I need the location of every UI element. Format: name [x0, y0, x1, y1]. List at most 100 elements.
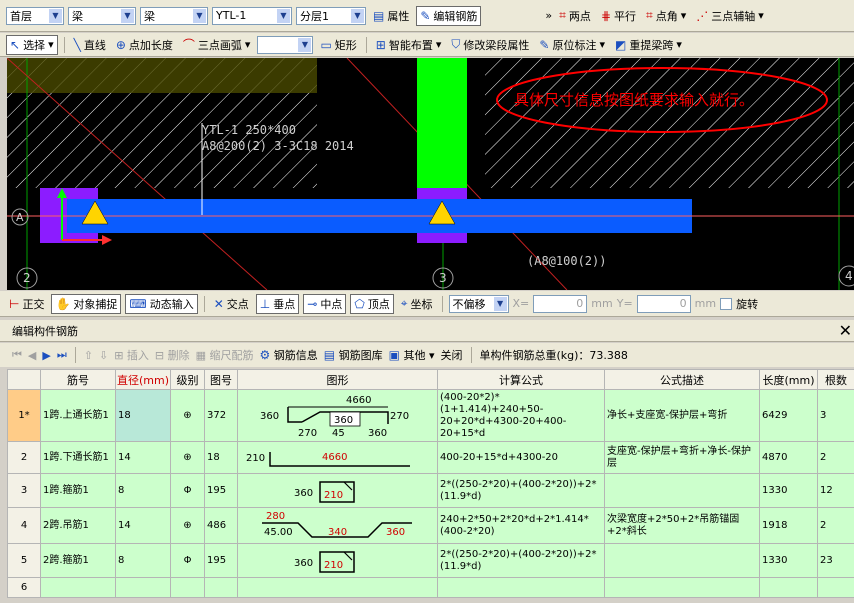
rebar-shape[interactable]: 360 210: [237, 473, 438, 508]
edit-rebar-button[interactable]: ✎ 编辑钢筋: [416, 5, 482, 26]
insert-button[interactable]: ⊞ 插入: [114, 347, 149, 363]
rebar-count[interactable]: 2: [817, 441, 854, 474]
col-header-description[interactable]: 公式描述: [604, 369, 760, 390]
intersection-button[interactable]: ✕ 交点: [211, 294, 252, 314]
rebar-formula[interactable]: (400-20*2)*(1+1.414)+240+50-20+20*d+4300…: [437, 389, 605, 442]
floor-select[interactable]: 首层 ▼: [6, 6, 64, 25]
close-icon[interactable]: ✕: [839, 321, 852, 340]
rebar-figure-no[interactable]: [204, 577, 238, 598]
rebar-length[interactable]: 6429: [759, 389, 818, 442]
ortho-button[interactable]: ⊢ 正交: [6, 294, 47, 314]
rebar-length[interactable]: 1918: [759, 507, 818, 544]
object-snap-button[interactable]: ✋ 对象捕捉: [51, 293, 122, 314]
rebar-info-button[interactable]: ⚙ 钢筋信息: [260, 347, 318, 363]
rebar-formula[interactable]: 240+2*50+2*20*d+2*1.414*(400-2*20): [437, 507, 605, 544]
arc-button[interactable]: ⌒ 三点画弧 ▾: [180, 35, 254, 55]
col-header-diameter[interactable]: 直径(mm): [115, 369, 171, 390]
rebar-description[interactable]: 支座宽-保护层+弯折+净长-保护层: [604, 441, 760, 474]
dynamic-input-button[interactable]: ⌨ 动态输入: [125, 293, 198, 314]
col-header-count[interactable]: 根数: [817, 369, 854, 390]
rebar-grade[interactable]: Φ: [170, 473, 205, 508]
rebar-diameter[interactable]: 14: [115, 507, 171, 544]
element-type-select[interactable]: 梁 ▼: [68, 6, 136, 25]
rebar-figure-no[interactable]: 372: [204, 389, 238, 442]
point-length-button[interactable]: ⊕ 点加长度: [113, 35, 176, 55]
rebar-count[interactable]: [817, 577, 854, 598]
element-name-select[interactable]: YTL-1 ▼: [212, 6, 292, 25]
rebar-name[interactable]: 2跨.吊筋1: [40, 507, 116, 544]
rebar-diameter[interactable]: 14: [115, 441, 171, 474]
rebar-figure-no[interactable]: 195: [204, 543, 238, 578]
rebar-description[interactable]: 次梁宽度+2*50+2*吊筋锚固+2*斜长: [604, 507, 760, 544]
prev-record-icon[interactable]: ◀: [28, 349, 36, 362]
rebar-diameter[interactable]: 18: [115, 389, 171, 442]
modify-span-button[interactable]: ⛉ 修改梁段属性: [448, 35, 532, 55]
two-points-button[interactable]: ⌗ 两点: [556, 6, 594, 26]
rebar-grade[interactable]: ⊕: [170, 507, 205, 544]
table-row[interactable]: 5 2跨.箍筋1 8 Φ 195 360 210 2*((250-2*20)+(…: [7, 543, 854, 578]
vertex-button[interactable]: ⬠ 顶点: [350, 293, 394, 314]
more-chevron-icon[interactable]: »: [545, 9, 552, 22]
rebar-length[interactable]: 4870: [759, 441, 818, 474]
properties-button[interactable]: ▤ 属性: [370, 6, 412, 26]
scale-bars-button[interactable]: ▦ 缩尺配筋: [196, 347, 254, 363]
in-place-mark-button[interactable]: ✎ 原位标注 ▾: [536, 35, 608, 55]
coordinate-button[interactable]: ⌖ 坐标: [398, 294, 436, 314]
drawing-canvas[interactable]: YTL-1 250*400 A8@200(2) 3-3C18 2014 具体尺寸…: [7, 58, 854, 290]
rebar-figure-no[interactable]: 195: [204, 473, 238, 508]
rebar-formula[interactable]: 400-20+15*d+4300-20: [437, 441, 605, 474]
rebar-length[interactable]: 1330: [759, 473, 818, 508]
rebar-description[interactable]: [604, 473, 760, 508]
rect-button[interactable]: ▭ 矩形: [317, 35, 359, 55]
rebar-shape[interactable]: 280 45.00 340 360: [237, 507, 438, 544]
row-index[interactable]: 6: [7, 577, 41, 598]
table-row[interactable]: 2 1跨.下通长筋1 14 ⊕ 18 210 4660 400-20+15*d+…: [7, 441, 854, 474]
rebar-figure-no[interactable]: 486: [204, 507, 238, 544]
row-index[interactable]: 1*: [7, 389, 41, 442]
delete-button[interactable]: ⊟ 删除: [155, 347, 190, 363]
rebar-name[interactable]: 1跨.上通长筋1: [40, 389, 116, 442]
row-index[interactable]: 4: [7, 507, 41, 544]
move-up-icon[interactable]: ⇧: [84, 349, 93, 362]
rebar-diameter[interactable]: 8: [115, 543, 171, 578]
table-row[interactable]: 4 2跨.吊筋1 14 ⊕ 486 280 45.00 340 360 240+…: [7, 507, 854, 544]
midpoint-button[interactable]: ⊸ 中点: [303, 293, 347, 314]
rebar-formula[interactable]: 2*((250-2*20)+(400-2*20))+2*(11.9*d): [437, 473, 605, 508]
rebar-formula[interactable]: 2*((250-2*20)+(400-2*20))+2*(11.9*d): [437, 543, 605, 578]
row-index[interactable]: 3: [7, 473, 41, 508]
table-row[interactable]: 6: [7, 577, 854, 598]
element-subtype-select[interactable]: 梁 ▼: [140, 6, 208, 25]
col-header-name[interactable]: 筋号: [40, 369, 116, 390]
rebar-diameter[interactable]: 8: [115, 473, 171, 508]
rebar-grade[interactable]: Φ: [170, 543, 205, 578]
rebar-formula[interactable]: [437, 577, 605, 598]
rebar-name[interactable]: 1跨.箍筋1: [40, 473, 116, 508]
rebar-length[interactable]: [759, 577, 818, 598]
perpendicular-button[interactable]: ⊥ 垂点: [255, 293, 300, 314]
close-button[interactable]: 关闭: [441, 347, 463, 363]
rebar-description[interactable]: [604, 577, 760, 598]
rebar-shape[interactable]: 210 4660: [237, 441, 438, 474]
rebar-figure-no[interactable]: 18: [204, 441, 238, 474]
rebar-diameter[interactable]: [115, 577, 171, 598]
rebar-grade[interactable]: ⊕: [170, 389, 205, 442]
select-button[interactable]: ↖ 选择 ▾: [6, 34, 58, 55]
rebar-grade[interactable]: [170, 577, 205, 598]
rebar-shape[interactable]: 360 210: [237, 543, 438, 578]
parallel-button[interactable]: ⋕ 平行: [598, 6, 639, 26]
re-extract-span-button[interactable]: ◩ 重提梁跨 ▾: [612, 35, 685, 55]
other-button[interactable]: ▣ 其他 ▾: [389, 347, 435, 363]
rebar-count[interactable]: 23: [817, 543, 854, 578]
rebar-count[interactable]: 2: [817, 507, 854, 544]
point-angle-button[interactable]: ⌗ 点角 ▾: [643, 6, 689, 26]
col-header-grade[interactable]: 级别: [170, 369, 205, 390]
rebar-description[interactable]: 净长+支座宽-保护层+弯折: [604, 389, 760, 442]
smart-layout-button[interactable]: ⊞ 智能布置 ▾: [373, 35, 445, 55]
y-input[interactable]: 0: [636, 294, 691, 313]
col-header-length[interactable]: 长度(mm): [759, 369, 818, 390]
rebar-length[interactable]: 1330: [759, 543, 818, 578]
last-record-icon[interactable]: ⏭: [57, 348, 67, 362]
rebar-name[interactable]: 2跨.箍筋1: [40, 543, 116, 578]
x-input[interactable]: 0: [533, 294, 588, 313]
offset-select[interactable]: 不偏移 ▼: [448, 294, 509, 313]
